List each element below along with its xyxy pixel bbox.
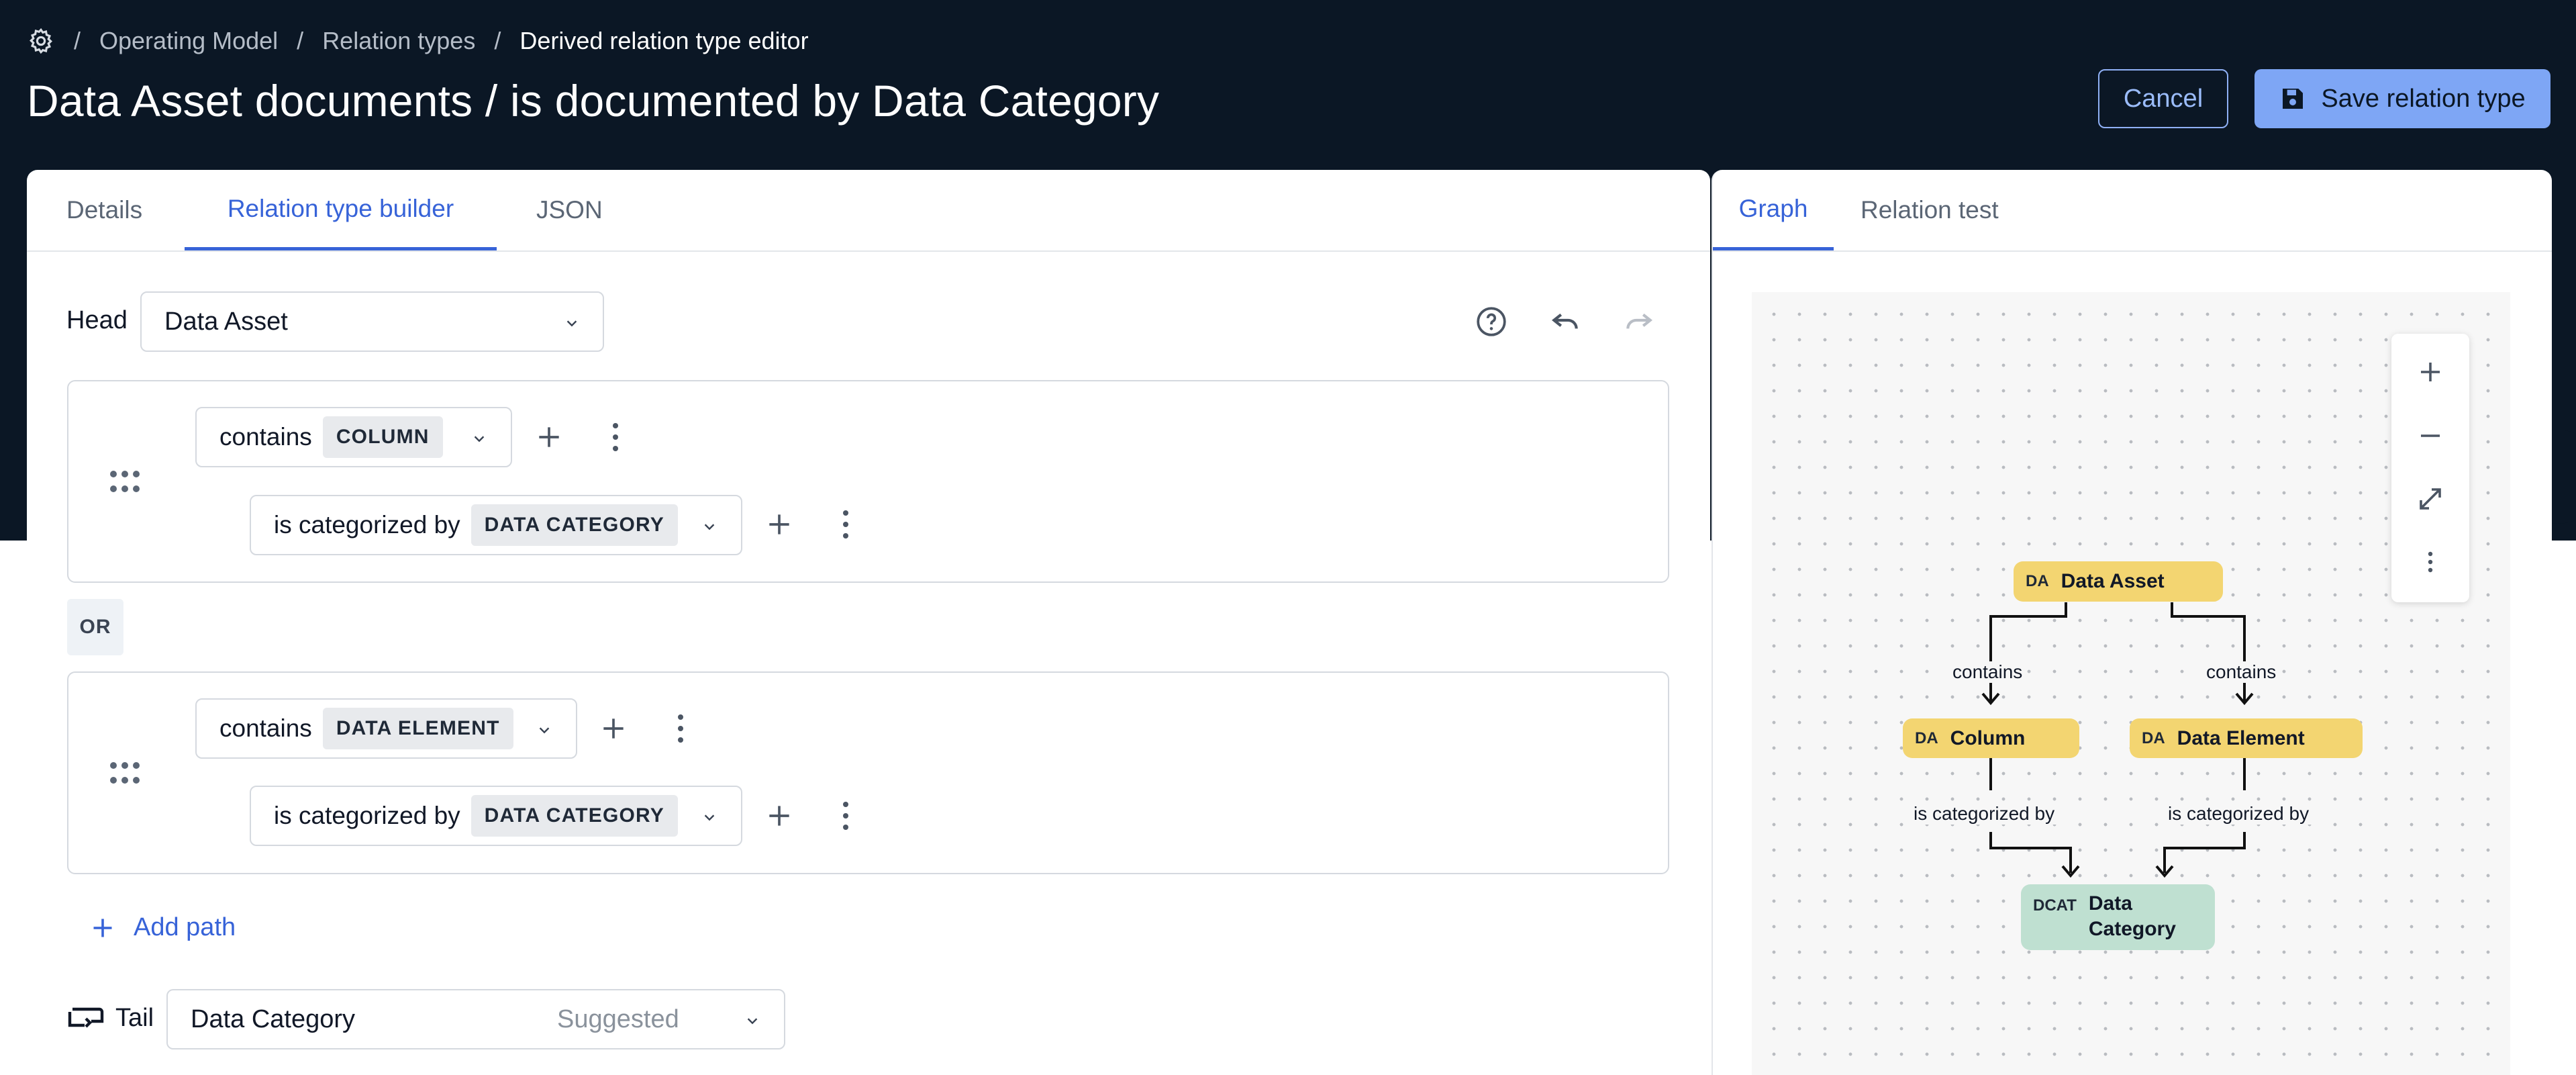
graph-node-column[interactable]: DA Column xyxy=(1903,718,2079,758)
graph-node-data-asset[interactable]: DA Data Asset xyxy=(2014,561,2223,602)
graph-node-data-element[interactable]: DA Data Element xyxy=(2130,718,2363,758)
edge-label-contains: contains xyxy=(2203,661,2279,683)
edge-label-is-categorized-by: is categorized by xyxy=(2165,803,2312,825)
zoom-in-icon[interactable] xyxy=(2414,356,2446,388)
graph-zoom-controls xyxy=(2391,334,2469,602)
node-type-abbr: DA xyxy=(2142,729,2165,747)
node-type-abbr: DCAT xyxy=(2033,896,2077,915)
fit-screen-icon[interactable] xyxy=(2414,483,2446,515)
more-vertical-icon[interactable] xyxy=(2414,546,2446,578)
node-label: Data Category xyxy=(2088,892,2176,940)
node-label: Column xyxy=(1950,727,2026,749)
node-label: Data Element xyxy=(2177,727,2305,749)
zoom-out-icon[interactable] xyxy=(2414,420,2446,452)
graph-node-data-category[interactable]: DCAT Data Category xyxy=(2021,884,2215,950)
node-label: Data Asset xyxy=(2061,570,2165,592)
edge-label-contains: contains xyxy=(1950,661,2026,683)
node-type-abbr: DA xyxy=(1915,729,1938,747)
edge-label-is-categorized-by: is categorized by xyxy=(1911,803,2058,825)
node-type-abbr: DA xyxy=(2026,572,2049,590)
